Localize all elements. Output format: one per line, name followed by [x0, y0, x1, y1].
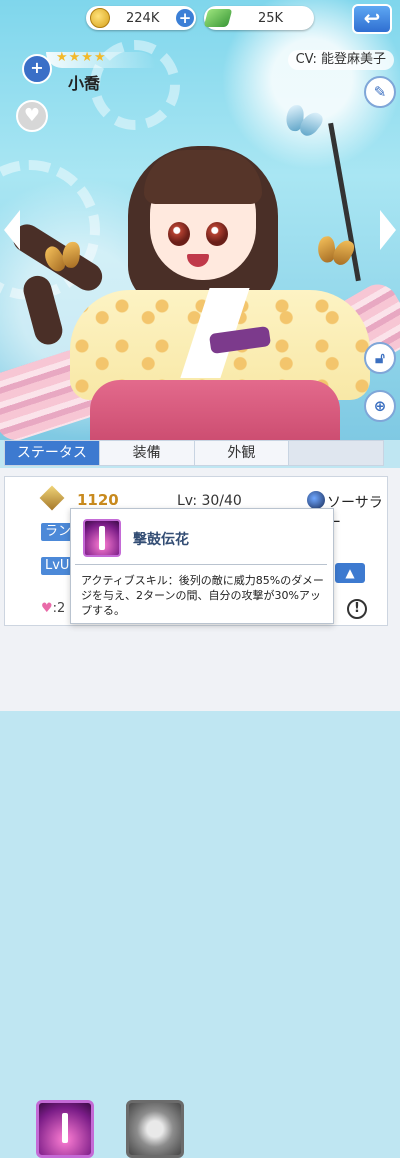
- coin-icon: [90, 8, 110, 28]
- gold-counter: 224K +: [86, 6, 196, 30]
- tab-spacer: [289, 441, 383, 465]
- heart-icon: ♥: [41, 601, 53, 616]
- power-icon: [39, 485, 65, 511]
- zoom-button[interactable]: ⊕: [364, 390, 396, 422]
- skill-slot-2[interactable]: [126, 1100, 184, 1158]
- back-button[interactable]: ↩: [352, 4, 392, 34]
- unlock-button[interactable]: 🔓︎: [364, 342, 396, 374]
- upgrade-button[interactable]: ▲: [335, 563, 365, 583]
- next-character-arrow[interactable]: [380, 210, 396, 250]
- eye: [206, 222, 228, 246]
- shield-plus-icon[interactable]: +: [22, 54, 52, 84]
- add-gold-button[interactable]: +: [176, 9, 194, 27]
- character-name-badge: + ★★★★ 小喬: [20, 50, 180, 94]
- eye: [168, 222, 190, 246]
- arrow-up-icon: ▲: [345, 566, 355, 580]
- level-value: Lv: 30/40: [177, 493, 242, 509]
- info-button[interactable]: !: [347, 599, 367, 619]
- sword-skill-icon: [62, 1113, 68, 1143]
- levelup-tag: LvU: [41, 557, 74, 575]
- gold-amount: 224K: [126, 10, 160, 26]
- top-bar: 224K + 25K ↩: [0, 0, 400, 40]
- pencil-icon: ✎: [373, 83, 387, 101]
- class-icon: [307, 491, 325, 509]
- power-value: 1120: [77, 491, 119, 509]
- butterfly-icon: [283, 103, 324, 139]
- skill-slot-1[interactable]: [36, 1100, 94, 1158]
- skill-tooltip: 撃鼓伝花 アクティブスキル：後列の敵に威力85%のダメージを与え、2ターンの間、…: [70, 508, 334, 624]
- lock-icon: 🔓︎: [375, 349, 385, 367]
- zoom-icon: ⊕: [373, 397, 387, 415]
- voice-actor-label: CV: 能登麻美子: [287, 50, 394, 70]
- favorite-heart-button[interactable]: ♥: [16, 100, 48, 132]
- previous-character-arrow[interactable]: [4, 210, 20, 250]
- butterfly-icon: [316, 235, 354, 267]
- hanbok-skirt: [90, 380, 340, 440]
- skill-icon: [83, 519, 121, 557]
- gem-icon: [203, 9, 233, 27]
- rarity-stars: ★★★★: [56, 50, 107, 65]
- tab-status[interactable]: ステータス: [5, 441, 100, 465]
- gem-counter: 25K: [203, 6, 314, 30]
- edit-button[interactable]: ✎: [364, 76, 396, 108]
- sword-skill-icon: [99, 526, 105, 550]
- exclamation-icon: !: [354, 601, 360, 616]
- affection-stat: ♥:2: [41, 601, 66, 616]
- back-arrow-icon: ↩: [363, 6, 381, 30]
- skill-title: 撃鼓伝花: [133, 532, 189, 548]
- skill-description: アクティブスキル：後列の敵に威力85%のダメージを与え、2ターンの間、自分の攻撃…: [81, 574, 324, 617]
- gem-amount: 25K: [258, 10, 284, 26]
- class-name: ソーサラー: [327, 495, 383, 531]
- divider: [75, 564, 327, 565]
- tab-equipment[interactable]: 装備: [99, 441, 195, 465]
- character-name: 小喬: [68, 74, 101, 93]
- bangs: [144, 150, 262, 204]
- tab-appearance[interactable]: 外観: [194, 441, 290, 465]
- tab-bar: ステータス 装備 外観: [4, 440, 384, 466]
- affection-value: 2: [57, 601, 66, 616]
- heart-icon: ♥: [23, 105, 41, 126]
